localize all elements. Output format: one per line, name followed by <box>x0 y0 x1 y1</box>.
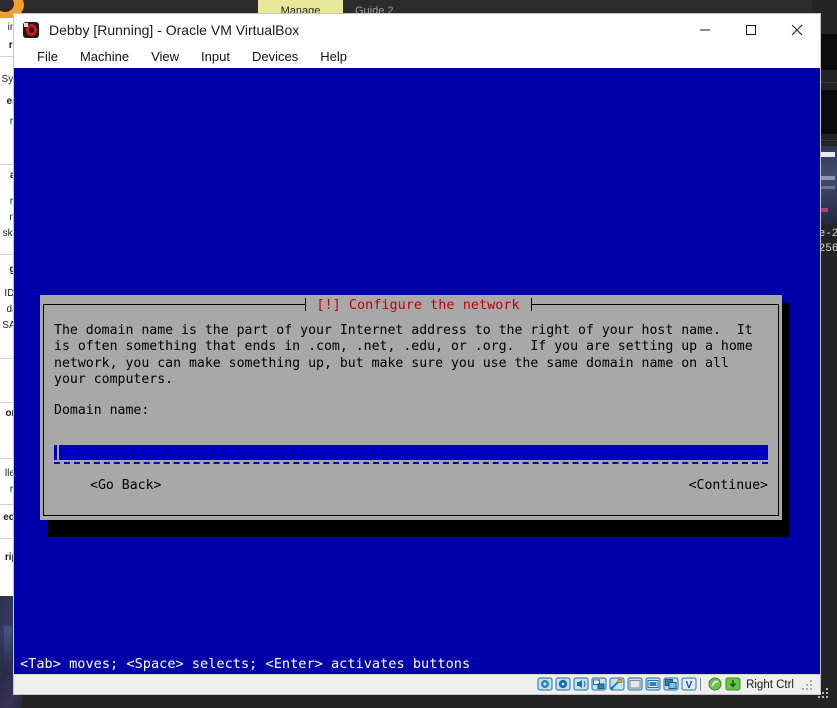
optical-disk-icon[interactable] <box>555 677 572 692</box>
keyboard-help-line: <Tab> moves; <Space> selects; <Enter> ac… <box>20 656 471 672</box>
dialog-title-tick-right <box>531 298 532 311</box>
vm-status-bar: V Right Ctrl <box>14 674 820 694</box>
configure-network-dialog: [!] Configure the network The domain nam… <box>40 295 782 520</box>
domain-name-input[interactable] <box>54 443 768 465</box>
svg-text:V: V <box>686 680 693 691</box>
menu-item-help[interactable]: Help <box>309 49 358 64</box>
host-key-icon[interactable] <box>725 677 742 692</box>
dialog-description: The domain name is the part of your Inte… <box>54 323 761 388</box>
remote-desktop-icon[interactable] <box>663 677 680 692</box>
menu-bar: File Machine View Input Devices Help <box>14 45 820 68</box>
network-icon[interactable] <box>591 677 608 692</box>
domain-name-input-field[interactable] <box>59 445 768 460</box>
menu-item-file[interactable]: File <box>26 49 69 64</box>
shared-folders-icon[interactable] <box>627 677 644 692</box>
dialog-title: [!] Configure the network <box>316 297 520 313</box>
virtualbox-icon <box>23 21 39 38</box>
menu-item-input[interactable]: Input <box>190 49 241 64</box>
hard-disk-icon[interactable] <box>537 677 554 692</box>
usb-icon[interactable] <box>609 677 626 692</box>
audio-icon[interactable] <box>573 677 590 692</box>
status-bar-separator <box>700 678 704 691</box>
video-capture-icon[interactable]: V <box>681 677 698 692</box>
menu-item-devices[interactable]: Devices <box>241 49 309 64</box>
close-icon[interactable] <box>774 14 820 45</box>
domain-name-label: Domain name: <box>54 403 150 418</box>
mouse-integration-icon[interactable] <box>707 677 724 692</box>
continue-button[interactable]: <Continue> <box>689 478 768 493</box>
display-icon[interactable] <box>645 677 662 692</box>
window-controls <box>682 14 820 45</box>
maximize-icon[interactable] <box>728 14 774 45</box>
resize-grip-icon[interactable] <box>802 679 814 691</box>
input-underline <box>54 462 768 464</box>
minimize-icon[interactable] <box>682 14 728 45</box>
host-key-label: Right Ctrl <box>746 678 794 691</box>
title-bar[interactable]: Debby [Running] - Oracle VM VirtualBox <box>14 14 820 45</box>
go-back-button[interactable]: <Go Back> <box>90 478 161 493</box>
text-cursor <box>54 445 57 460</box>
vm-guest-screen[interactable]: [!] Configure the network The domain nam… <box>14 68 820 674</box>
virtualbox-vm-window: Debby [Running] - Oracle VM VirtualBox F… <box>14 14 820 694</box>
menu-item-view[interactable]: View <box>140 49 190 64</box>
menu-item-machine[interactable]: Machine <box>69 49 140 64</box>
window-title: Debby [Running] - Oracle VM VirtualBox <box>49 21 300 38</box>
screenshot-root: Manage Guide 2 ing ral Syst em ry: n: ay… <box>0 0 837 708</box>
